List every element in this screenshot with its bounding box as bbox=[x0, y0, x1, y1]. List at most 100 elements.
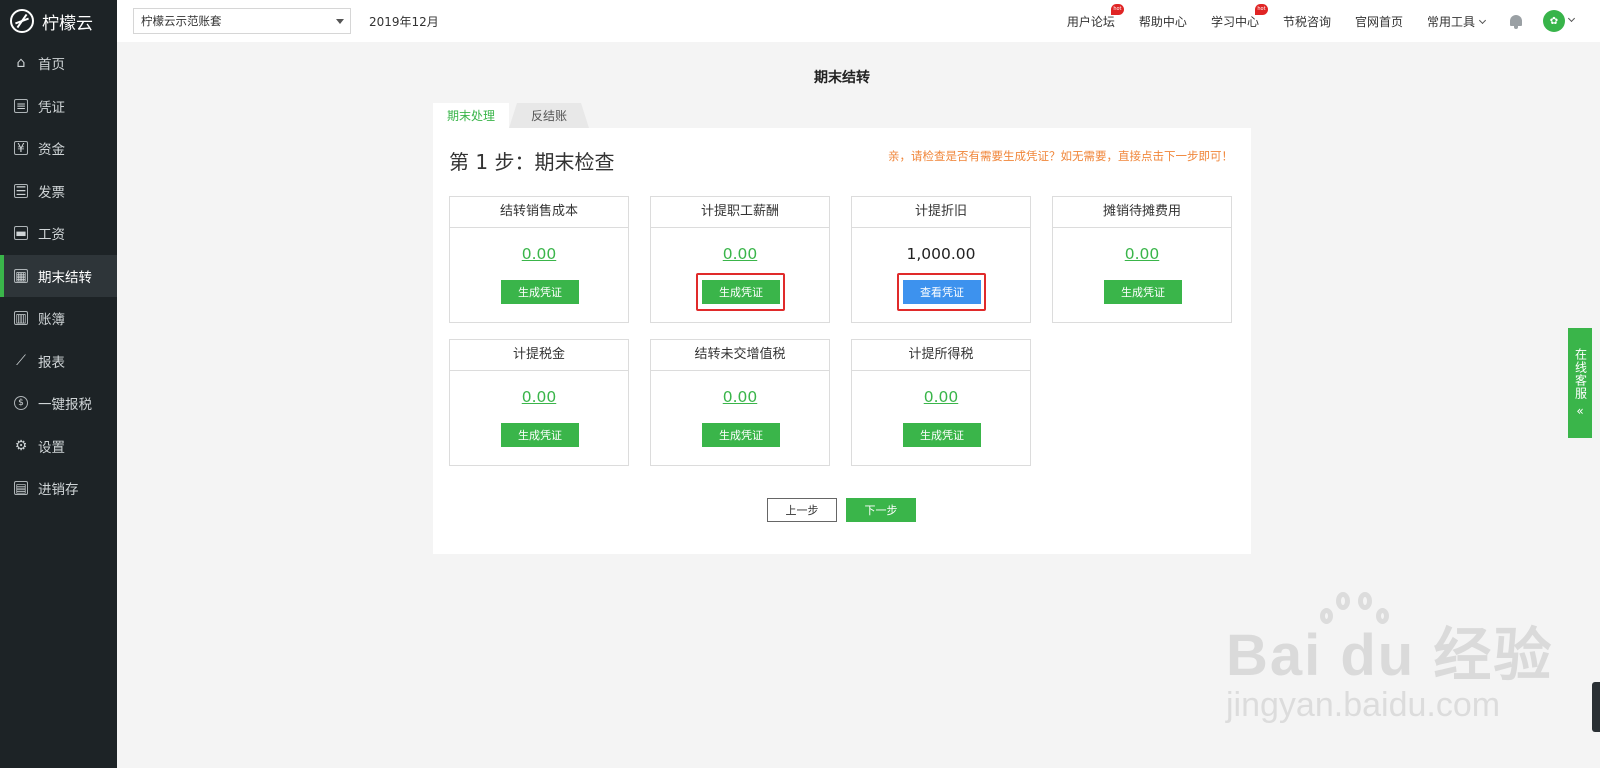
sidebar-item-label: 设置 bbox=[38, 439, 65, 456]
card-title: 结转未交增值税 bbox=[651, 340, 829, 371]
top-links: 用户论坛 hot 帮助中心 学习中心 hot 节税咨询 官网首页 常用工具 ✿ bbox=[1067, 0, 1600, 42]
sidebar-item-label: 资金 bbox=[38, 142, 65, 159]
sidebar-item-invoice[interactable]: ☰ 发票 bbox=[0, 170, 117, 213]
app-logo[interactable]: 柠檬云 bbox=[0, 0, 117, 42]
sidebar-item-fund[interactable]: ¥ 资金 bbox=[0, 127, 117, 170]
voucher-icon: ≡ bbox=[14, 98, 28, 113]
sidebar-item-label: 进销存 bbox=[38, 482, 79, 499]
ledger-icon: ▥ bbox=[14, 311, 28, 326]
invoice-icon: ☰ bbox=[14, 183, 28, 198]
card-title: 计提折旧 bbox=[852, 197, 1030, 228]
sidebar-item-reports[interactable]: ⟋ 报表 bbox=[0, 340, 117, 383]
link-learning-center[interactable]: 学习中心 hot bbox=[1210, 3, 1268, 30]
generate-voucher-button[interactable]: 生成凭证 bbox=[501, 423, 579, 447]
avatar[interactable]: ✿ bbox=[1543, 10, 1565, 32]
card-amount[interactable]: 0.00 bbox=[1053, 244, 1231, 264]
account-set-select[interactable]: 柠檬云示范账套 bbox=[133, 8, 351, 34]
top-bar: 柠檬云示范账套 2019年12月 用户论坛 hot 帮助中心 学习中心 hot … bbox=[117, 0, 1600, 42]
fund-icon: ¥ bbox=[14, 141, 28, 156]
chevron-down-icon bbox=[1478, 16, 1487, 24]
double-chevron-left-icon: « bbox=[1576, 403, 1584, 418]
hint-text: 亲，请检查是否有需要生成凭证？如无需要，直接点击下一步即可！ bbox=[888, 149, 1233, 163]
card-accrue-income-tax: 计提所得税 0.00 生成凭证 bbox=[851, 339, 1031, 466]
home-icon: ⌂ bbox=[16, 55, 26, 72]
sidebar-item-label: 工资 bbox=[38, 227, 65, 244]
account-set-value: 柠檬云示范账套 bbox=[141, 14, 222, 28]
online-service-label: 在线客服 bbox=[1573, 347, 1588, 400]
chart-icon: ⟋ bbox=[16, 352, 26, 369]
inventory-icon: ▤ bbox=[14, 481, 28, 496]
baidu-watermark: Bai du 经验 jingyan.baidu.com bbox=[1226, 592, 1553, 725]
card-amount[interactable]: 0.00 bbox=[450, 387, 628, 407]
bell-icon[interactable] bbox=[1509, 14, 1523, 29]
generate-voucher-button[interactable]: 生成凭证 bbox=[702, 423, 780, 447]
generate-voucher-button[interactable]: 生成凭证 bbox=[702, 280, 780, 304]
sidebar-item-label: 首页 bbox=[38, 57, 65, 74]
scroll-handle[interactable] bbox=[1592, 682, 1600, 732]
online-service-tab[interactable]: 在线客服 « bbox=[1568, 328, 1592, 438]
page-title: 期末结转 bbox=[814, 70, 870, 86]
card-amount[interactable]: 0.00 bbox=[651, 244, 829, 264]
dropdown-caret-icon bbox=[336, 19, 344, 24]
sidebar-item-label: 发票 bbox=[38, 184, 65, 201]
sidebar-item-settings[interactable]: ⚙ 设置 bbox=[0, 425, 117, 468]
sidebar: 柠檬云 ⌂ 首页 ≡ 凭证 ¥ 资金 ☰ 发票 ▬ 工资 ▦ 期末结转 ▥ 账簿… bbox=[0, 0, 117, 768]
card-amount[interactable]: 0.00 bbox=[450, 244, 628, 264]
previous-step-button[interactable]: 上一步 bbox=[767, 498, 837, 522]
lemon-logo-icon bbox=[10, 9, 34, 33]
card-title: 结转销售成本 bbox=[450, 197, 628, 228]
generate-voucher-button[interactable]: 生成凭证 bbox=[1104, 280, 1182, 304]
link-user-forum[interactable]: 用户论坛 hot bbox=[1066, 3, 1124, 30]
card-accrue-tax: 计提税金 0.00 生成凭证 bbox=[449, 339, 629, 466]
card-transfer-sales-cost: 结转销售成本 0.00 生成凭证 bbox=[449, 196, 629, 323]
card-title: 计提所得税 bbox=[852, 340, 1030, 371]
generate-voucher-button[interactable]: 生成凭证 bbox=[501, 280, 579, 304]
sidebar-item-label: 期末结转 bbox=[38, 269, 92, 286]
sidebar-item-label: 凭证 bbox=[38, 99, 65, 116]
tab-period-end-process[interactable]: 期末处理 bbox=[433, 103, 510, 128]
card-amount[interactable]: 0.00 bbox=[651, 387, 829, 407]
app-name: 柠檬云 bbox=[42, 13, 93, 34]
card-title: 摊销待摊费用 bbox=[1053, 197, 1231, 228]
hot-badge-icon: hot bbox=[1110, 3, 1124, 15]
accounting-period: 2019年12月 bbox=[369, 14, 439, 29]
link-label: 用户论坛 bbox=[1066, 14, 1115, 29]
tabs: 期末处理 反结账 bbox=[433, 103, 590, 128]
card-amortize-prepaid: 摊销待摊费用 0.00 生成凭证 bbox=[1052, 196, 1232, 323]
sidebar-item-label: 一键报税 bbox=[38, 397, 92, 414]
hot-badge-icon: hot bbox=[1254, 3, 1268, 15]
sidebar-item-inventory[interactable]: ▤ 进销存 bbox=[0, 467, 117, 510]
card-accrue-depreciation: 计提折旧 1,000.00 查看凭证 bbox=[851, 196, 1031, 323]
view-voucher-button[interactable]: 查看凭证 bbox=[903, 280, 981, 304]
salary-icon: ▬ bbox=[14, 226, 28, 241]
sidebar-item-period-end[interactable]: ▦ 期末结转 bbox=[0, 254, 117, 297]
period-end-panel: 第 1 步：期末检查 亲，请检查是否有需要生成凭证？如无需要，直接点击下一步即可… bbox=[433, 128, 1251, 554]
link-label: 常用工具 bbox=[1426, 14, 1475, 29]
card-transfer-unpaid-vat: 结转未交增值税 0.00 生成凭证 bbox=[650, 339, 830, 466]
card-accrue-salary: 计提职工薪酬 0.00 生成凭证 bbox=[650, 196, 830, 323]
sidebar-item-ledger[interactable]: ▥ 账簿 bbox=[0, 297, 117, 340]
sidebar-item-tax-filing[interactable]: $ 一键报税 bbox=[0, 382, 117, 425]
link-help-center[interactable]: 帮助中心 bbox=[1139, 13, 1187, 30]
common-tools-menu[interactable]: 常用工具 bbox=[1426, 13, 1487, 30]
sidebar-item-home[interactable]: ⌂ 首页 bbox=[0, 42, 117, 85]
link-official-site[interactable]: 官网首页 bbox=[1355, 13, 1403, 30]
paw-logo-icon bbox=[1314, 592, 1394, 652]
card-amount: 1,000.00 bbox=[906, 245, 976, 263]
gear-icon: ⚙ bbox=[14, 437, 28, 454]
link-tax-consult[interactable]: 节税咨询 bbox=[1283, 13, 1331, 30]
calendar-icon: ▦ bbox=[14, 268, 28, 283]
tab-reverse-close[interactable]: 反结账 bbox=[509, 103, 590, 128]
sidebar-item-voucher[interactable]: ≡ 凭证 bbox=[0, 85, 117, 128]
step-title: 第 1 步：期末检查 bbox=[449, 150, 615, 174]
card-title: 计提税金 bbox=[450, 340, 628, 371]
card-title: 计提职工薪酬 bbox=[651, 197, 829, 228]
tax-icon: $ bbox=[14, 396, 28, 411]
link-label: 学习中心 bbox=[1210, 14, 1259, 29]
sidebar-item-salary[interactable]: ▬ 工资 bbox=[0, 212, 117, 255]
generate-voucher-button[interactable]: 生成凭证 bbox=[903, 423, 981, 447]
sidebar-item-label: 账簿 bbox=[38, 312, 65, 329]
card-amount[interactable]: 0.00 bbox=[852, 387, 1030, 407]
next-step-button[interactable]: 下一步 bbox=[846, 498, 916, 522]
chevron-down-icon[interactable] bbox=[1567, 14, 1576, 22]
